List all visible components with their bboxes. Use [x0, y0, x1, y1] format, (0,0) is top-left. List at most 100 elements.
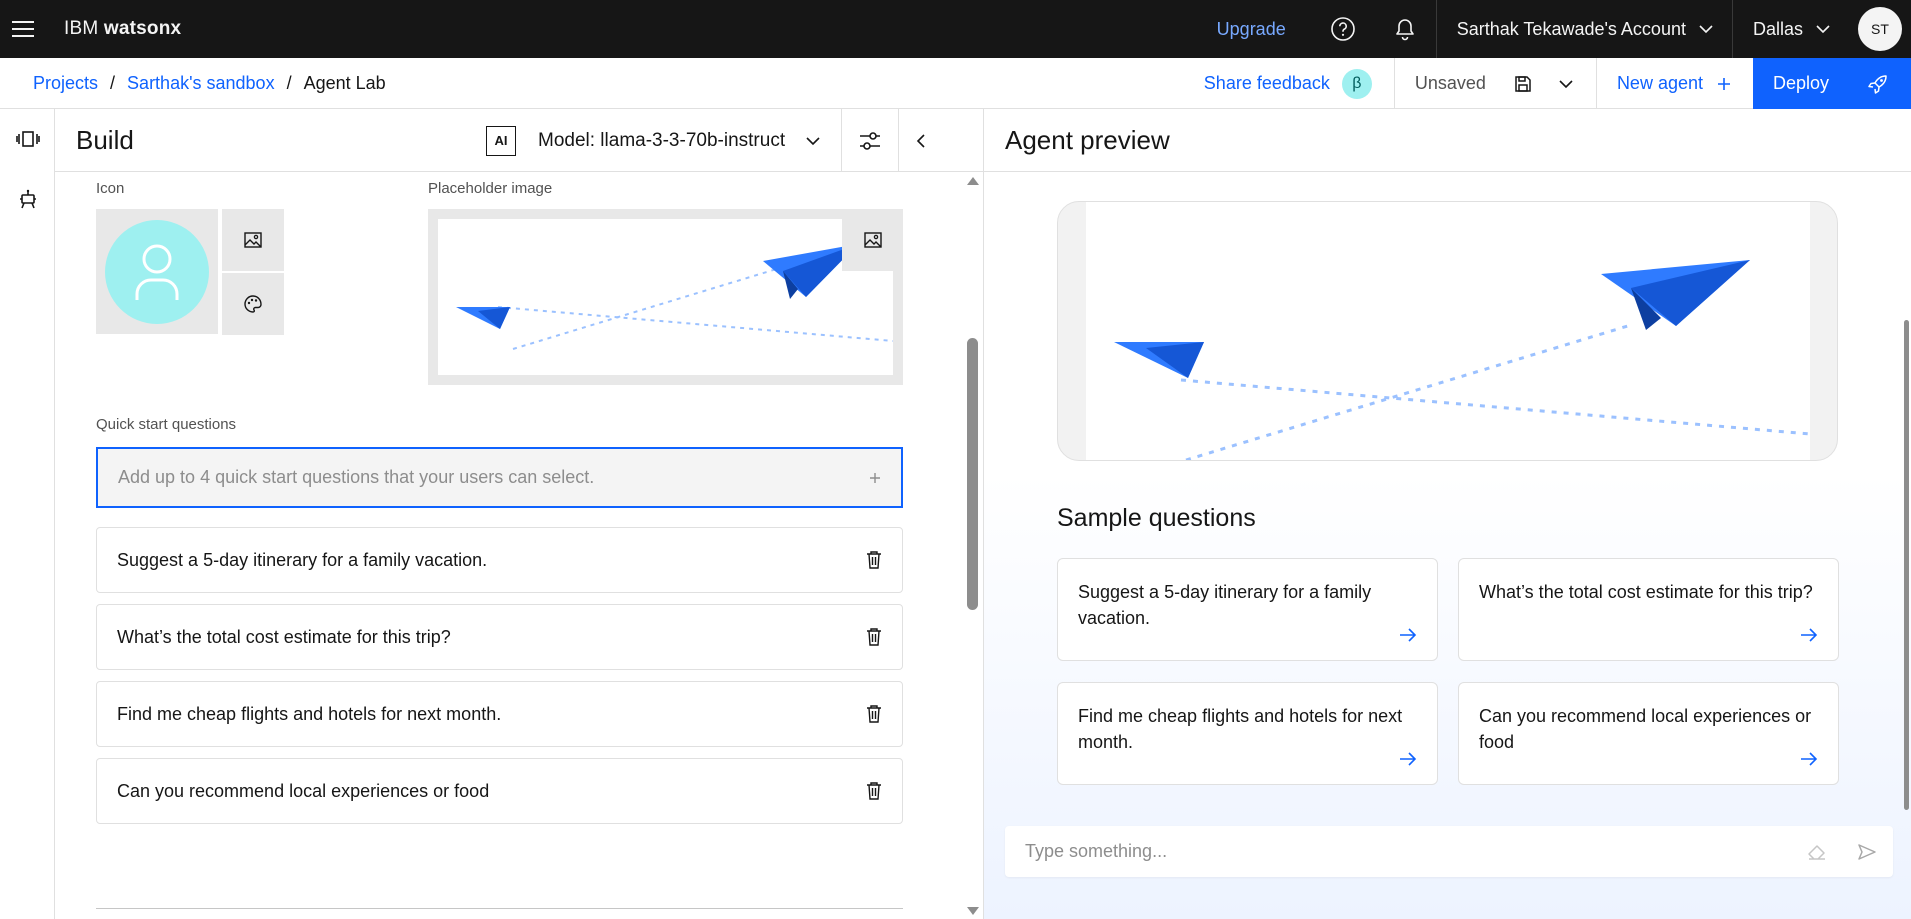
trash-icon[interactable]	[866, 782, 882, 800]
sample-question-card[interactable]: Can you recommend local experiences or f…	[1458, 682, 1839, 785]
trash-icon[interactable]	[866, 551, 882, 569]
sample-question-card[interactable]: What’s the total cost estimate for this …	[1458, 558, 1839, 661]
image-upload-button[interactable]	[222, 209, 284, 271]
quick-start-label: Quick start questions	[96, 416, 237, 433]
quick-start-input[interactable]: Add up to 4 quick start questions that y…	[96, 447, 903, 508]
trash-icon[interactable]	[866, 628, 882, 646]
chat-actions	[1807, 826, 1877, 877]
preview-title: Agent preview	[1005, 124, 1170, 155]
eraser-icon[interactable]	[1807, 843, 1827, 861]
trash-icon[interactable]	[866, 705, 882, 723]
scroll-down-icon[interactable]	[967, 907, 979, 915]
quick-start-text: Find me cheap flights and hotels for nex…	[117, 703, 502, 724]
chat-placeholder: Type something...	[1025, 841, 1168, 861]
avatar: ST	[1858, 7, 1902, 51]
region-switcher[interactable]: Dallas	[1733, 0, 1849, 58]
deploy-label: Deploy	[1773, 73, 1830, 93]
quick-start-text: Can you recommend local experiences or f…	[117, 780, 490, 801]
arrow-right-icon	[1400, 628, 1417, 642]
product-brand[interactable]: IBM watsonx	[64, 18, 181, 40]
sample-question-text: Can you recommend local experiences or f…	[1479, 706, 1812, 752]
beta-badge: β	[1341, 68, 1372, 99]
brand-prefix: IBM	[64, 18, 99, 39]
preview-header: Agent preview	[984, 109, 1911, 172]
agent-icon-preview	[96, 209, 218, 334]
arrow-right-icon	[1801, 628, 1818, 642]
image-icon	[863, 232, 882, 248]
save-status: Unsaved	[1393, 58, 1506, 109]
account-switcher[interactable]: Sarthak Tekawade's Account	[1437, 0, 1732, 58]
agent-icon[interactable]	[0, 169, 55, 229]
paper-planes-image	[438, 219, 893, 375]
quick-start-placeholder: Add up to 4 quick start questions that y…	[118, 467, 595, 487]
model-label[interactable]: Model: llama-3-3-70b-instruct	[538, 130, 785, 152]
chevron-down-icon[interactable]	[1558, 79, 1574, 89]
add-icon[interactable]	[869, 472, 881, 484]
model-selector[interactable]: AI Model: llama-3-3-70b-instruct	[486, 109, 943, 172]
image-upload-button[interactable]	[842, 209, 903, 271]
region-label: Dallas	[1752, 18, 1803, 39]
top-header: IBM watsonx Upgrade Sarthak Tekawade's A…	[0, 0, 1911, 58]
upgrade-link[interactable]: Upgrade	[1191, 0, 1312, 58]
build-body: Icon Placeholder image Quick start quest…	[55, 172, 983, 919]
arrow-right-icon	[1400, 752, 1417, 766]
preview-scrollbar[interactable]	[1901, 172, 1911, 919]
menu-icon[interactable]	[0, 0, 46, 58]
scroll-up-icon[interactable]	[967, 177, 979, 185]
settings-sliders-icon[interactable]	[842, 131, 898, 151]
chevron-down-icon[interactable]	[805, 136, 821, 146]
add-icon	[1718, 77, 1730, 90]
ai-badge: AI	[486, 125, 516, 156]
new-agent-label: New agent	[1616, 73, 1703, 93]
user-icon	[105, 219, 209, 324]
scrollbar-thumb[interactable]	[967, 338, 978, 610]
quick-start-item[interactable]: What’s the total cost estimate for this …	[96, 604, 903, 670]
sample-question-text: What’s the total cost estimate for this …	[1479, 582, 1813, 602]
sample-question-text: Find me cheap flights and hotels for nex…	[1078, 706, 1403, 752]
divider	[96, 908, 903, 909]
account-label: Sarthak Tekawade's Account	[1456, 18, 1686, 39]
scrollbar-thumb[interactable]	[1904, 320, 1909, 810]
notification-bell-icon[interactable]	[1374, 0, 1436, 58]
agent-preview-panel: Agent preview Sample questions Suggest a…	[984, 109, 1911, 919]
breadcrumb: Projects / Sarthak's sandbox / Agent Lab	[33, 73, 386, 94]
quick-start-item[interactable]: Suggest a 5-day itinerary for a family v…	[96, 527, 903, 593]
icon-label: Icon	[96, 180, 125, 197]
chat-input[interactable]: Type something...	[1005, 826, 1893, 877]
deploy-button[interactable]: Deploy	[1753, 58, 1911, 109]
sample-question-card[interactable]: Find me cheap flights and hotels for nex…	[1057, 682, 1438, 785]
build-scrollbar[interactable]	[962, 172, 983, 919]
arrow-right-icon	[1801, 752, 1818, 766]
breadcrumb-bar: Projects / Sarthak's sandbox / Agent Lab…	[0, 58, 1911, 109]
chevron-left-icon[interactable]	[899, 133, 943, 149]
share-feedback-link[interactable]: Share feedback	[1204, 58, 1342, 109]
quick-start-item[interactable]: Find me cheap flights and hotels for nex…	[96, 681, 903, 747]
image-icon	[244, 232, 262, 248]
color-palette-button[interactable]	[222, 273, 284, 335]
chevron-down-icon	[1816, 25, 1830, 34]
build-title: Build	[76, 124, 134, 155]
sample-questions-title: Sample questions	[1057, 504, 1256, 532]
breadcrumb-separator: /	[110, 72, 116, 93]
save-icon[interactable]	[1514, 75, 1532, 93]
page-actions: Share feedback β Unsaved New agent Deplo…	[1204, 58, 1911, 109]
build-panel: Build AI Model: llama-3-3-70b-instruct I…	[55, 109, 984, 919]
carousel-icon[interactable]	[0, 109, 55, 169]
breadcrumb-sandbox[interactable]: Sarthak's sandbox	[127, 73, 275, 94]
new-agent-button[interactable]: New agent	[1595, 58, 1753, 109]
placeholder-image-box	[428, 209, 903, 385]
help-icon[interactable]	[1312, 0, 1374, 58]
preview-hero-image	[1057, 201, 1838, 461]
save-menu[interactable]	[1506, 58, 1596, 109]
rocket-icon	[1868, 74, 1887, 94]
sample-question-text: Suggest a 5-day itinerary for a family v…	[1078, 582, 1372, 628]
send-icon[interactable]	[1857, 843, 1877, 861]
sample-question-card[interactable]: Suggest a 5-day itinerary for a family v…	[1057, 558, 1438, 661]
paper-planes-image	[1086, 202, 1811, 460]
breadcrumb-projects[interactable]: Projects	[33, 73, 98, 94]
user-avatar-button[interactable]: ST	[1849, 0, 1911, 58]
quick-start-item[interactable]: Can you recommend local experiences or f…	[96, 758, 903, 824]
palette-icon	[244, 295, 262, 313]
left-rail	[0, 109, 55, 919]
build-header: Build AI Model: llama-3-3-70b-instruct	[55, 109, 983, 172]
